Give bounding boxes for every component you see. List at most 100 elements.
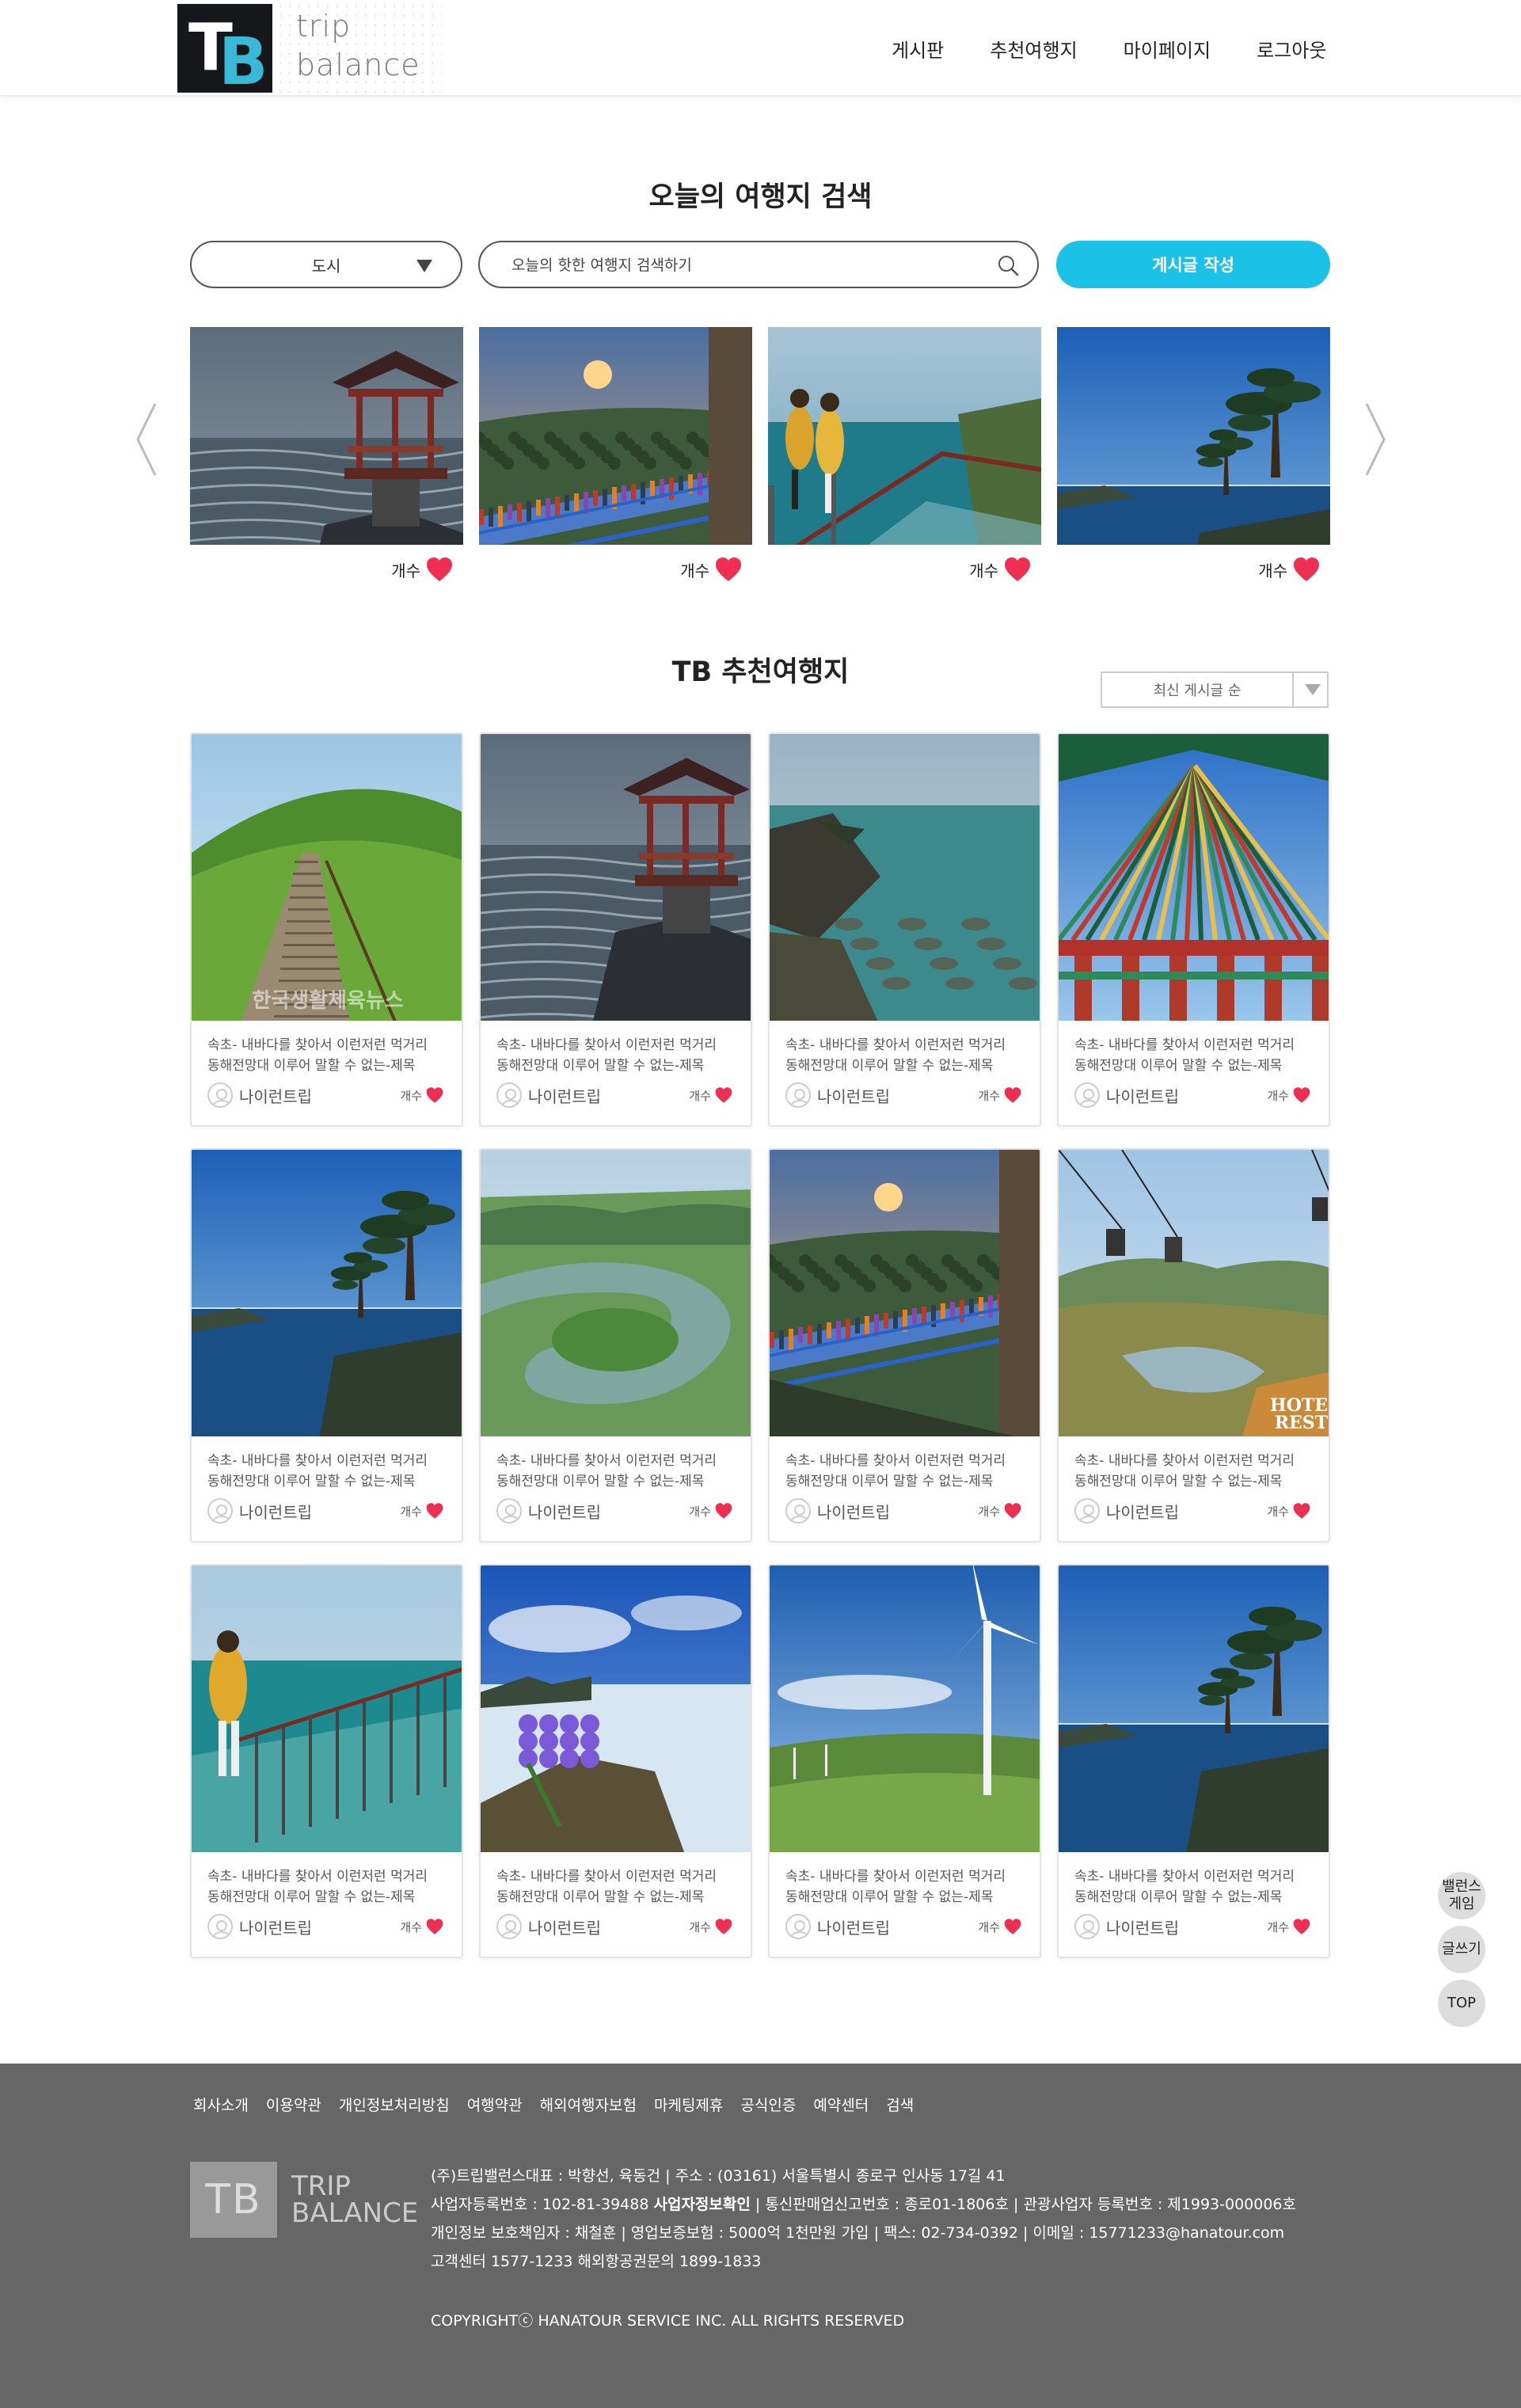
company-info-line: 고객센터 1577-1233 해외항공권문의 1899-1833: [431, 2253, 762, 2270]
company-info-line: (주)트립밸런스대표 : 박향선, 육동건 | 주소 : (03161) 서울특…: [431, 2167, 1006, 2185]
write-post-button[interactable]: 게시글 작성: [1056, 241, 1330, 288]
logo-wordmark: trip balance: [276, 2, 442, 95]
nav-logout[interactable]: 로그아웃: [1257, 35, 1326, 63]
card-image[interactable]: [770, 734, 1040, 1021]
like-count: 개수: [1258, 561, 1287, 580]
heart-icon[interactable]: [714, 1086, 733, 1104]
card-author: 나이런트립: [239, 1918, 312, 1938]
footer-link[interactable]: 이용약관: [266, 2094, 321, 2115]
carousel-prev-icon[interactable]: [131, 396, 163, 483]
destination-card[interactable]: 속초- 내바다를 찾아서 이런저런 먹거리 동해전망대 이루어 말할 수 없는-제…: [190, 1148, 463, 1543]
destination-card[interactable]: 속초- 내바다를 찾아서 이런저런 먹거리 동해전망대 이루어 말할 수 없는-제…: [1057, 732, 1330, 1127]
card-image[interactable]: [1059, 734, 1329, 1021]
destination-card[interactable]: 속초- 내바다를 찾아서 이런저런 먹거리 동해전망대 이루어 말할 수 없는-제…: [768, 1148, 1041, 1543]
card-image[interactable]: HOTE REST: [1059, 1150, 1329, 1436]
nav-board[interactable]: 게시판: [892, 35, 944, 63]
heart-icon[interactable]: [714, 556, 743, 583]
like-count: 개수: [400, 1504, 422, 1519]
card-meta: 나이런트립 개수: [192, 1493, 462, 1524]
footer-link[interactable]: 예약센터: [813, 2094, 869, 2115]
heart-icon[interactable]: [714, 1918, 733, 1935]
heart-icon[interactable]: [425, 1086, 444, 1104]
heart-icon[interactable]: [1003, 556, 1032, 583]
card-image[interactable]: [192, 1565, 462, 1852]
carousel-slide[interactable]: [190, 327, 463, 545]
company-info: (주)트립밸런스대표 : 박향선, 육동건 | 주소 : (03161) 서울특…: [431, 2162, 1296, 2276]
company-info-line: 개인정보 보호책임자 : 채철훈 | 영업보증보험 : 5000억 1천만원 가…: [431, 2224, 1285, 2242]
destination-card[interactable]: 속초- 내바다를 찾아서 이런저런 먹거리 동해전망대 이루어 말할 수 없는-제…: [479, 1564, 752, 1958]
card-author: 나이런트립: [528, 1086, 601, 1106]
heart-icon[interactable]: [1292, 556, 1321, 583]
card-author: 나이런트립: [1106, 1918, 1179, 1938]
destination-card[interactable]: 속초- 내바다를 찾아서 이런저런 먹거리 동해전망대 이루어 말할 수 없는-제…: [768, 1564, 1041, 1958]
card-image[interactable]: 한국생활체육뉴스: [192, 734, 462, 1021]
search-icon[interactable]: [996, 253, 1020, 277]
footer-link[interactable]: 마케팅제휴: [654, 2094, 723, 2115]
card-description: 속초- 내바다를 찾아서 이런저런 먹거리 동해전망대 이루어 말할 수 없는-제…: [1074, 1453, 1295, 1489]
card-author: 나이런트립: [1106, 1502, 1179, 1522]
card-image[interactable]: [481, 1150, 751, 1436]
footer-link[interactable]: 해외여행자보험: [540, 2094, 637, 2115]
business-info-link[interactable]: 사업자정보확인: [653, 2196, 750, 2213]
balance-game-button[interactable]: 밸런스 게임: [1438, 1872, 1485, 1919]
destination-card[interactable]: 한국생활체육뉴스 속초- 내바다를 찾아서 이런저런 먹거리 동해전망대 이루어 말…: [190, 732, 463, 1127]
city-select-label: 도시: [311, 256, 341, 276]
card-author: 나이런트립: [239, 1086, 312, 1106]
carousel-slide[interactable]: [768, 327, 1041, 545]
card-image[interactable]: [481, 1565, 751, 1852]
logo-line2: balance: [296, 48, 420, 82]
card-author: 나이런트립: [817, 1918, 890, 1938]
destination-card[interactable]: 속초- 내바다를 찾아서 이런저런 먹거리 동해전망대 이루어 말할 수 없는-제…: [1057, 1564, 1330, 1958]
nav-mypage[interactable]: 마이페이지: [1124, 35, 1211, 63]
card-meta: 나이런트립 개수: [1059, 1078, 1329, 1108]
heart-icon[interactable]: [425, 556, 454, 583]
like-count: 개수: [391, 561, 420, 580]
site-header: T B trip balance 게시판 추천여행지 마이페이지 로그아웃: [0, 0, 1521, 100]
heart-icon[interactable]: [425, 1918, 444, 1935]
card-meta: 나이런트립 개수: [770, 1493, 1040, 1524]
heart-icon[interactable]: [1292, 1502, 1311, 1520]
avatar-icon: [1074, 1914, 1100, 1939]
nav-recommend[interactable]: 추천여행지: [990, 35, 1077, 63]
city-select[interactable]: 도시: [190, 241, 462, 288]
destination-card[interactable]: 속초- 내바다를 찾아서 이런저런 먹거리 동해전망대 이루어 말할 수 없는-제…: [768, 732, 1041, 1127]
card-image[interactable]: [481, 734, 751, 1021]
avatar-icon: [207, 1914, 233, 1939]
card-image[interactable]: [192, 1150, 462, 1436]
heart-icon[interactable]: [1292, 1086, 1311, 1104]
destination-card[interactable]: HOTE REST 속초- 내바다를 찾아서 이런저런 먹거리 동해전망대 이루어 말…: [1057, 1148, 1330, 1543]
site-logo[interactable]: T B trip balance: [177, 2, 442, 100]
copyright: COPYRIGHTⓒ HANATOUR SERVICE INC. ALL RIG…: [431, 2312, 905, 2330]
avatar-icon: [1074, 1498, 1100, 1524]
footer-link[interactable]: 공식인증: [740, 2094, 796, 2115]
card-image[interactable]: [770, 1565, 1040, 1852]
scroll-top-button[interactable]: TOP: [1438, 1980, 1485, 2027]
carousel-slide[interactable]: [479, 327, 752, 545]
destination-card[interactable]: 속초- 내바다를 찾아서 이런저런 먹거리 동해전망대 이루어 말할 수 없는-제…: [479, 1148, 752, 1543]
card-image[interactable]: [770, 1150, 1040, 1436]
search-section-title: 오늘의 여행지 검색: [648, 181, 873, 213]
footer-link[interactable]: 검색: [886, 2094, 914, 2115]
footer-link[interactable]: 회사소개: [193, 2094, 249, 2115]
destination-card[interactable]: 속초- 내바다를 찾아서 이런저런 먹거리 동해전망대 이루어 말할 수 없는-제…: [190, 1564, 463, 1958]
site-footer: 회사소개 이용약관 개인정보처리방침 여행약관 해외여행자보험 마케팅제휴 공식인증 예약센터…: [0, 2064, 1521, 2408]
like-count: 개수: [978, 1504, 1000, 1519]
carousel-slide[interactable]: [1057, 327, 1330, 545]
heart-icon[interactable]: [1292, 1918, 1311, 1935]
heart-icon[interactable]: [425, 1502, 444, 1520]
sort-select[interactable]: 최신 게시글 순: [1101, 671, 1329, 708]
heart-icon[interactable]: [1003, 1502, 1022, 1520]
heart-icon[interactable]: [1003, 1086, 1022, 1104]
destination-card[interactable]: 속초- 내바다를 찾아서 이런저런 먹거리 동해전망대 이루어 말할 수 없는-제…: [479, 732, 752, 1127]
search-input[interactable]: [511, 253, 955, 277]
heart-icon[interactable]: [1003, 1918, 1022, 1935]
footer-link[interactable]: 여행약관: [467, 2094, 523, 2115]
card-image[interactable]: [1059, 1565, 1329, 1852]
carousel-next-icon[interactable]: [1359, 396, 1390, 483]
footer-links: 회사소개 이용약관 개인정보처리방침 여행약관 해외여행자보험 마케팅제휴 공식인증 예약센터…: [193, 2094, 931, 2115]
float-write-button[interactable]: 글쓰기: [1438, 1926, 1485, 1973]
footer-link[interactable]: 개인정보처리방침: [339, 2094, 450, 2115]
heart-icon[interactable]: [714, 1502, 733, 1520]
card-description: 속초- 내바다를 찾아서 이런저런 먹거리 동해전망대 이루어 말할 수 없는-제…: [496, 1037, 717, 1074]
like-count: 개수: [978, 1919, 1000, 1934]
